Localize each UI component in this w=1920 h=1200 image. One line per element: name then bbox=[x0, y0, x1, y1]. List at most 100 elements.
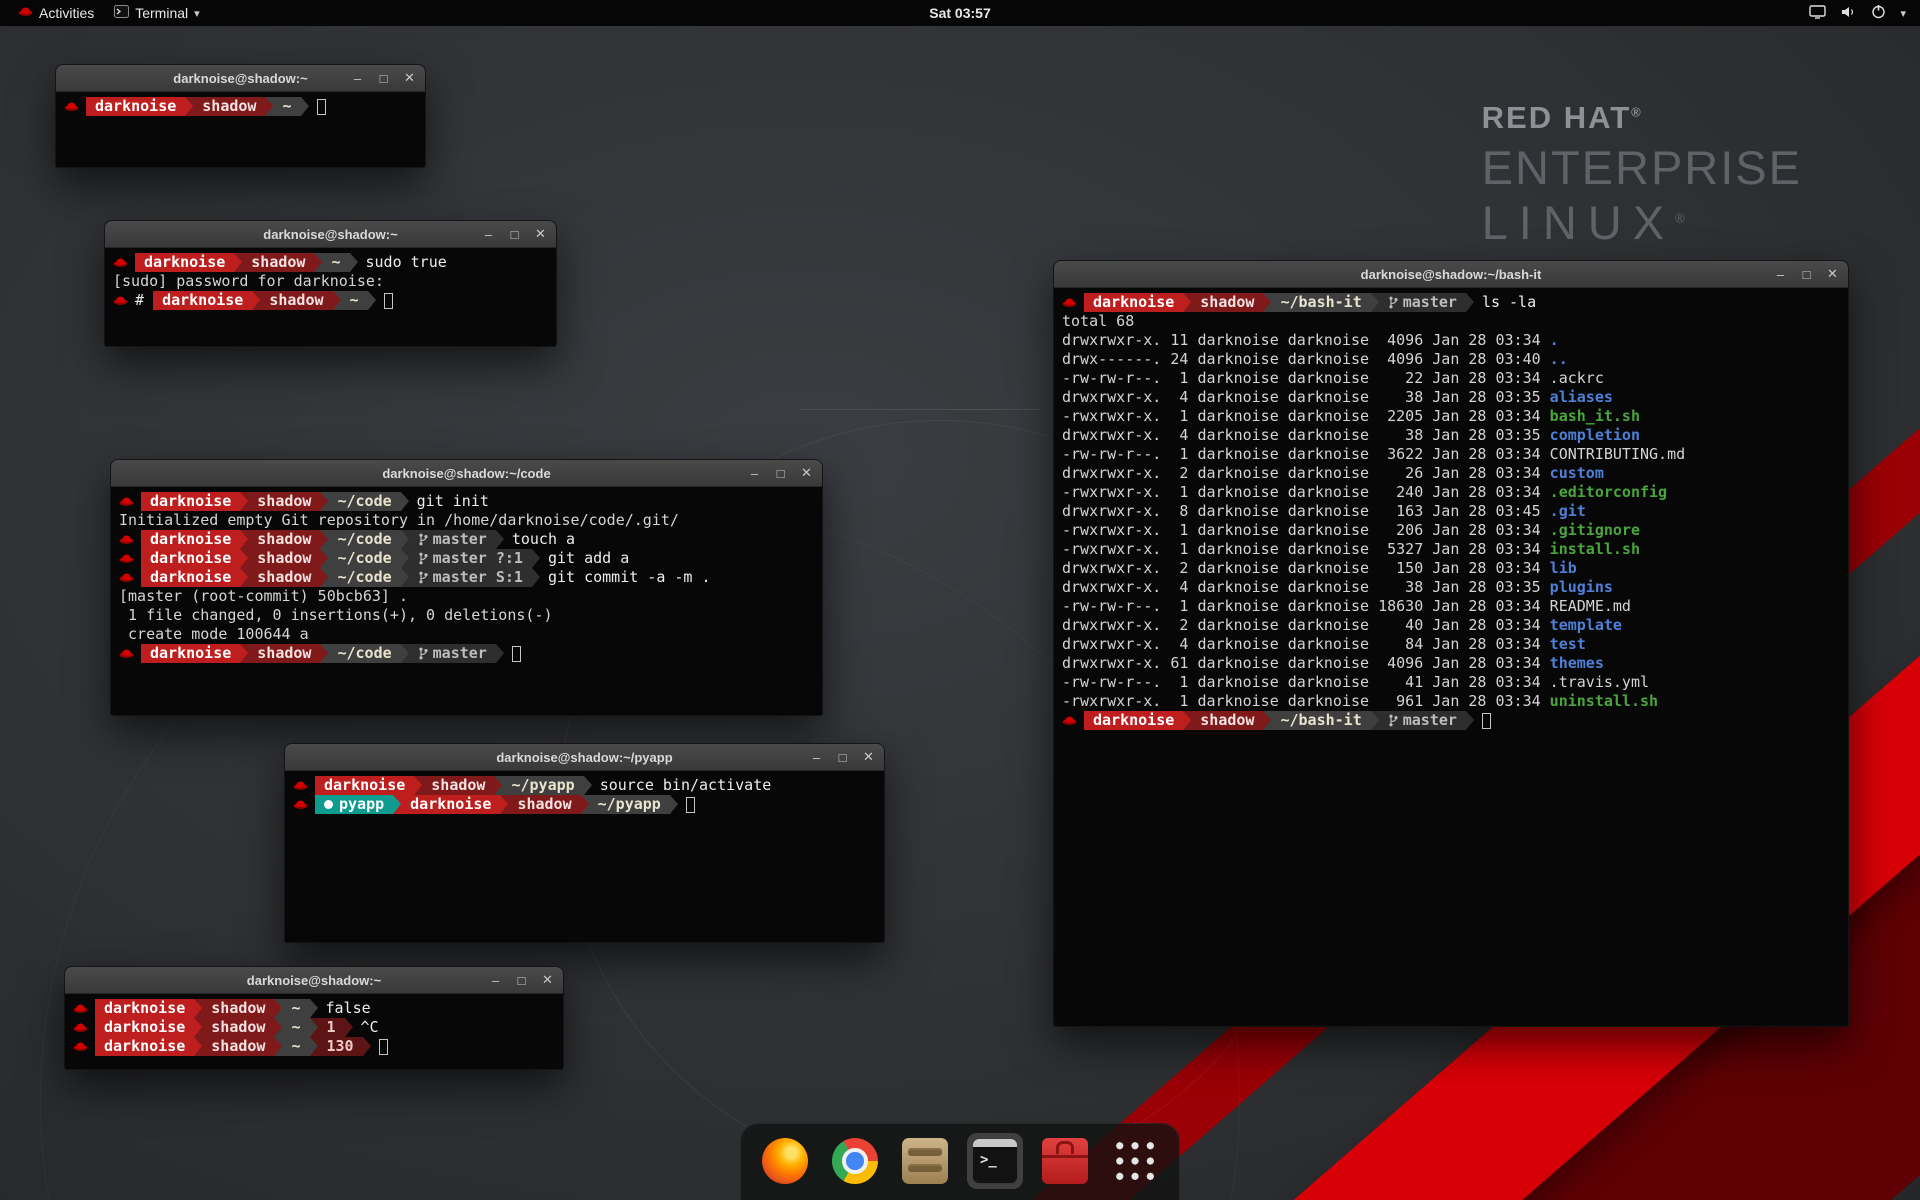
powerline-separator-icon bbox=[363, 1037, 371, 1056]
terminal-content[interactable]: darknoiseshadow~/pyappsource bin/activat… bbox=[285, 771, 884, 941]
window-controls: –□ ✕ bbox=[748, 460, 813, 486]
prompt-segment-git: master ?:1 bbox=[409, 549, 532, 568]
dock-item-chrome[interactable] bbox=[827, 1133, 883, 1189]
dock-item-apps[interactable] bbox=[1107, 1133, 1163, 1189]
prompt-segment-path: ~ bbox=[282, 1018, 309, 1037]
terminal-line: [master (root-commit) 50bcb63] . bbox=[119, 587, 814, 606]
maximize-button[interactable]: □ bbox=[774, 466, 787, 481]
minimize-button[interactable]: – bbox=[482, 227, 495, 242]
terminal-line: [sudo] password for darknoise: bbox=[113, 272, 548, 291]
prompt-segment-host: shadow bbox=[242, 253, 314, 272]
ls-fields: drwxrwxr-x. 11 darknoise darknoise 4096 … bbox=[1062, 331, 1550, 350]
window-titlebar[interactable]: darknoise@shadow:~–□✕ bbox=[65, 967, 563, 994]
prompt-segment-path: ~/code bbox=[328, 549, 400, 568]
ls-filename: README.md bbox=[1550, 597, 1631, 616]
minimize-button[interactable]: – bbox=[489, 973, 502, 988]
powerline-separator-icon bbox=[414, 776, 422, 795]
dock-item-terminal[interactable] bbox=[967, 1133, 1023, 1189]
maximize-button[interactable]: □ bbox=[836, 750, 849, 765]
close-button[interactable]: ✕ bbox=[534, 226, 547, 242]
ls-fields: drwxrwxr-x. 2 darknoise darknoise 150 Ja… bbox=[1062, 559, 1550, 578]
ls-fields: -rw-rw-r--. 1 darknoise darknoise 3622 J… bbox=[1062, 445, 1550, 464]
minimize-button[interactable]: – bbox=[748, 466, 761, 481]
maximize-button[interactable]: □ bbox=[515, 973, 528, 988]
power-icon[interactable] bbox=[1871, 4, 1886, 22]
prompt-segment-host: shadow bbox=[1191, 293, 1263, 312]
terminal-line: -rwxrwxr-x. 1 darknoise darknoise 240 Ja… bbox=[1062, 483, 1840, 502]
powerline-separator-icon bbox=[345, 1018, 353, 1037]
maximize-button[interactable]: □ bbox=[377, 71, 390, 86]
rhel-logo-linux: LINUX® bbox=[1482, 195, 1802, 250]
git-branch-icon bbox=[1388, 296, 1398, 309]
ls-filename: .ackrc bbox=[1550, 369, 1604, 388]
terminal-window: darknoise@shadow:~–□✕darknoiseshadow~sud… bbox=[104, 220, 557, 347]
close-button[interactable]: ✕ bbox=[862, 749, 875, 765]
terminal-content[interactable]: darknoiseshadow~ bbox=[56, 92, 425, 166]
clock[interactable]: Sat 03:57 bbox=[929, 5, 990, 21]
files-icon bbox=[902, 1138, 948, 1184]
ls-fields: drwxrwxr-x. 4 darknoise darknoise 84 Jan… bbox=[1062, 635, 1550, 654]
terminal-cursor bbox=[1482, 713, 1491, 729]
firefox-icon bbox=[762, 1138, 808, 1184]
minimize-button[interactable]: – bbox=[1774, 267, 1787, 282]
close-button[interactable]: ✕ bbox=[800, 465, 813, 481]
terminal-line: -rwxrwxr-x. 1 darknoise darknoise 5327 J… bbox=[1062, 540, 1840, 559]
redhat-prompt-icon bbox=[119, 552, 134, 565]
redhat-prompt-icon bbox=[119, 495, 134, 508]
dock-item-toolbox[interactable] bbox=[1037, 1133, 1093, 1189]
volume-icon[interactable] bbox=[1840, 5, 1857, 22]
window-title: darknoise@shadow:~/code bbox=[382, 466, 550, 481]
dock-item-files[interactable] bbox=[897, 1133, 953, 1189]
redhat-prompt-icon bbox=[119, 647, 134, 660]
window-titlebar[interactable]: darknoise@shadow:~–□✕ bbox=[56, 65, 425, 92]
app-menu-terminal[interactable]: Terminal ▾ bbox=[104, 0, 209, 26]
powerline-separator-icon bbox=[1371, 711, 1379, 730]
maximize-button[interactable]: □ bbox=[508, 227, 521, 242]
git-branch-icon bbox=[418, 571, 428, 584]
ls-fields: -rwxrwxr-x. 1 darknoise darknoise 5327 J… bbox=[1062, 540, 1550, 559]
window-titlebar[interactable]: darknoise@shadow:~/pyapp–□✕ bbox=[285, 744, 884, 771]
system-status-area[interactable]: ▾ bbox=[1809, 4, 1912, 22]
terminal-line: drwxrwxr-x. 8 darknoise darknoise 163 Ja… bbox=[1062, 502, 1840, 521]
close-button[interactable]: ✕ bbox=[403, 70, 416, 86]
prompt-segment-user: darknoise bbox=[315, 776, 414, 795]
terminal-cursor bbox=[512, 646, 521, 662]
ls-fields: drwxrwxr-x. 61 darknoise darknoise 4096 … bbox=[1062, 654, 1550, 673]
terminal-line: -rwxrwxr-x. 1 darknoise darknoise 961 Ja… bbox=[1062, 692, 1840, 711]
window-titlebar[interactable]: darknoise@shadow:~–□✕ bbox=[105, 221, 556, 248]
ls-filename: .. bbox=[1550, 350, 1568, 369]
powerline-separator-icon bbox=[401, 549, 409, 568]
rhel-logo-enterprise-text: ENTERPRISE bbox=[1482, 140, 1802, 195]
maximize-button[interactable]: □ bbox=[1800, 267, 1813, 282]
powerline-separator-icon bbox=[584, 776, 592, 795]
terminal-line: drwxrwxr-x. 4 darknoise darknoise 38 Jan… bbox=[1062, 578, 1840, 597]
ls-filename: plugins bbox=[1550, 578, 1613, 597]
activities-label: Activities bbox=[39, 5, 94, 21]
activities-button[interactable]: Activities bbox=[8, 0, 104, 26]
prompt-segment-host: shadow bbox=[260, 291, 332, 310]
python-venv-icon bbox=[324, 800, 333, 809]
terminal-content[interactable]: darknoiseshadow~/codegit initInitialized… bbox=[111, 487, 822, 714]
minimize-button[interactable]: – bbox=[351, 71, 364, 86]
powerline-separator-icon bbox=[310, 1037, 318, 1056]
powerline-separator-icon bbox=[240, 492, 248, 511]
window-titlebar[interactable]: darknoise@shadow:~/bash-it–□✕ bbox=[1054, 261, 1848, 288]
terminal-content[interactable]: darknoiseshadow~sudo true[sudo] password… bbox=[105, 248, 556, 345]
minimize-button[interactable]: – bbox=[810, 750, 823, 765]
terminal-content[interactable]: darknoiseshadow~/bash-itmasterls -latota… bbox=[1054, 288, 1848, 1025]
prompt-segment-path: ~/code bbox=[328, 530, 400, 549]
close-button[interactable]: ✕ bbox=[541, 972, 554, 988]
display-icon[interactable] bbox=[1809, 5, 1826, 22]
powerline-separator-icon bbox=[1263, 711, 1271, 730]
chrome-icon bbox=[832, 1138, 878, 1184]
terminal-line: darknoiseshadow~sudo true bbox=[113, 253, 548, 272]
powerline-separator-icon bbox=[1263, 293, 1271, 312]
terminal-window: darknoise@shadow:~–□✕darknoiseshadow~fal… bbox=[64, 966, 564, 1070]
prompt-segment-user: darknoise bbox=[141, 549, 240, 568]
terminal-line: darknoiseshadow~ bbox=[64, 97, 417, 116]
window-titlebar[interactable]: darknoise@shadow:~/code –□ ✕ bbox=[111, 460, 822, 487]
close-button[interactable]: ✕ bbox=[1826, 266, 1839, 282]
terminal-content[interactable]: darknoiseshadow~falsedarknoiseshadow~1^C… bbox=[65, 994, 563, 1068]
dock-item-firefox[interactable] bbox=[757, 1133, 813, 1189]
command-text: git init bbox=[409, 492, 489, 511]
